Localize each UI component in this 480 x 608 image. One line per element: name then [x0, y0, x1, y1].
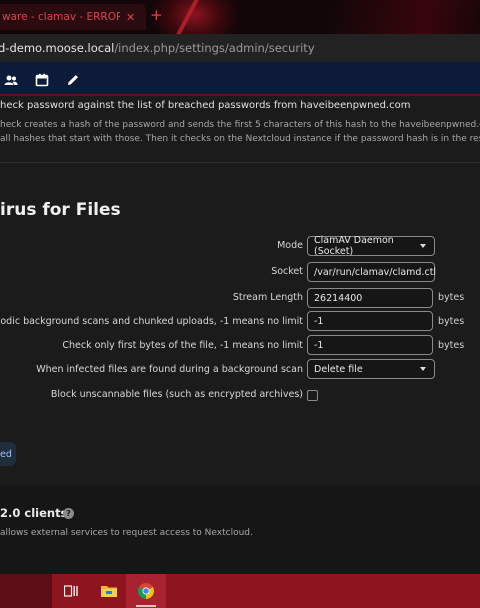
- nextcloud-header: [0, 62, 480, 96]
- help-icon[interactable]: ?: [63, 508, 74, 519]
- socket-label: Socket: [271, 266, 303, 277]
- stream-length-input[interactable]: 26214400: [307, 288, 433, 308]
- stream-length-label: Stream Length: [232, 292, 303, 303]
- section-divider: [0, 162, 480, 163]
- taskbar: [0, 574, 480, 608]
- mode-value: ClamAV Daemon (Socket): [314, 235, 394, 257]
- block-unscannable-checkbox[interactable]: [307, 390, 318, 401]
- new-tab-button[interactable]: +: [150, 6, 163, 24]
- description-line: all hashes that start with those. Then i…: [0, 134, 480, 144]
- tab-title: ware - clamav - ERROR: /va: [2, 11, 120, 23]
- check-first-bytes-unit: bytes: [438, 340, 465, 351]
- stream-length-value: 26214400: [314, 292, 363, 304]
- file-size-limit-label: imit for periodic background scans and c…: [0, 316, 303, 327]
- stream-length-unit: bytes: [438, 292, 465, 303]
- address-bar[interactable]: d-demo.moose.local/index.php/settings/ad…: [0, 34, 480, 62]
- url-text[interactable]: d-demo.moose.local/index.php/settings/ad…: [0, 41, 315, 55]
- mode-label: Mode: [277, 240, 303, 251]
- socket-value: /var/run/clamav/clamd.ctl: [314, 266, 437, 278]
- file-size-limit-value: -1: [314, 315, 324, 327]
- chevron-down-icon: [420, 244, 426, 248]
- save-button[interactable]: ed: [0, 442, 16, 466]
- infected-action-value: Delete file: [314, 363, 363, 375]
- check-first-bytes-input[interactable]: -1: [307, 335, 433, 355]
- calendar-icon[interactable]: [35, 72, 49, 87]
- browser-tab-strip: ware - clamav - ERROR: /va ✕ +: [0, 0, 480, 34]
- oauth-description: allows external services to request acce…: [0, 528, 253, 538]
- file-size-limit-input[interactable]: -1: [307, 311, 433, 331]
- breached-password-description: heck creates a hash of the password and …: [0, 118, 480, 146]
- save-button-label: ed: [0, 448, 12, 460]
- task-view-icon[interactable]: [58, 574, 84, 608]
- chevron-down-icon: [420, 367, 426, 371]
- contacts-icon[interactable]: [4, 72, 18, 86]
- browser-tab[interactable]: ware - clamav - ERROR: /va ✕: [0, 4, 146, 30]
- block-unscannable-label: Block unscannable files (such as encrypt…: [50, 389, 303, 400]
- settings-content: heck password against the list of breach…: [0, 96, 480, 574]
- file-explorer-icon[interactable]: [96, 574, 122, 608]
- url-host: d-demo.moose.local: [0, 41, 115, 55]
- taskbar-search-area[interactable]: [0, 574, 52, 608]
- oauth-section-title: 2.0 clients: [0, 506, 68, 520]
- description-line: heck creates a hash of the password and …: [0, 120, 480, 130]
- socket-input[interactable]: /var/run/clamav/clamd.ctl: [307, 262, 437, 282]
- edit-icon[interactable]: [66, 72, 80, 86]
- check-first-bytes-value: -1: [314, 339, 324, 351]
- infected-action-label: When infected files are found during a b…: [36, 364, 303, 375]
- background-glow: [330, 0, 480, 34]
- chrome-icon[interactable]: [134, 574, 158, 608]
- active-app-indicator: [136, 605, 156, 607]
- file-size-limit-unit: bytes: [438, 316, 465, 327]
- antivirus-section-title: irus for Files: [0, 200, 121, 220]
- infected-action-select[interactable]: Delete file: [307, 359, 435, 379]
- tab-close-icon[interactable]: ✕: [126, 11, 135, 24]
- breached-password-check-label: heck password against the list of breach…: [0, 100, 411, 111]
- url-path: /index.php/settings/admin/security: [114, 41, 315, 55]
- check-first-bytes-label: Check only first bytes of the file, -1 m…: [62, 340, 303, 351]
- mode-select[interactable]: ClamAV Daemon (Socket): [307, 235, 435, 257]
